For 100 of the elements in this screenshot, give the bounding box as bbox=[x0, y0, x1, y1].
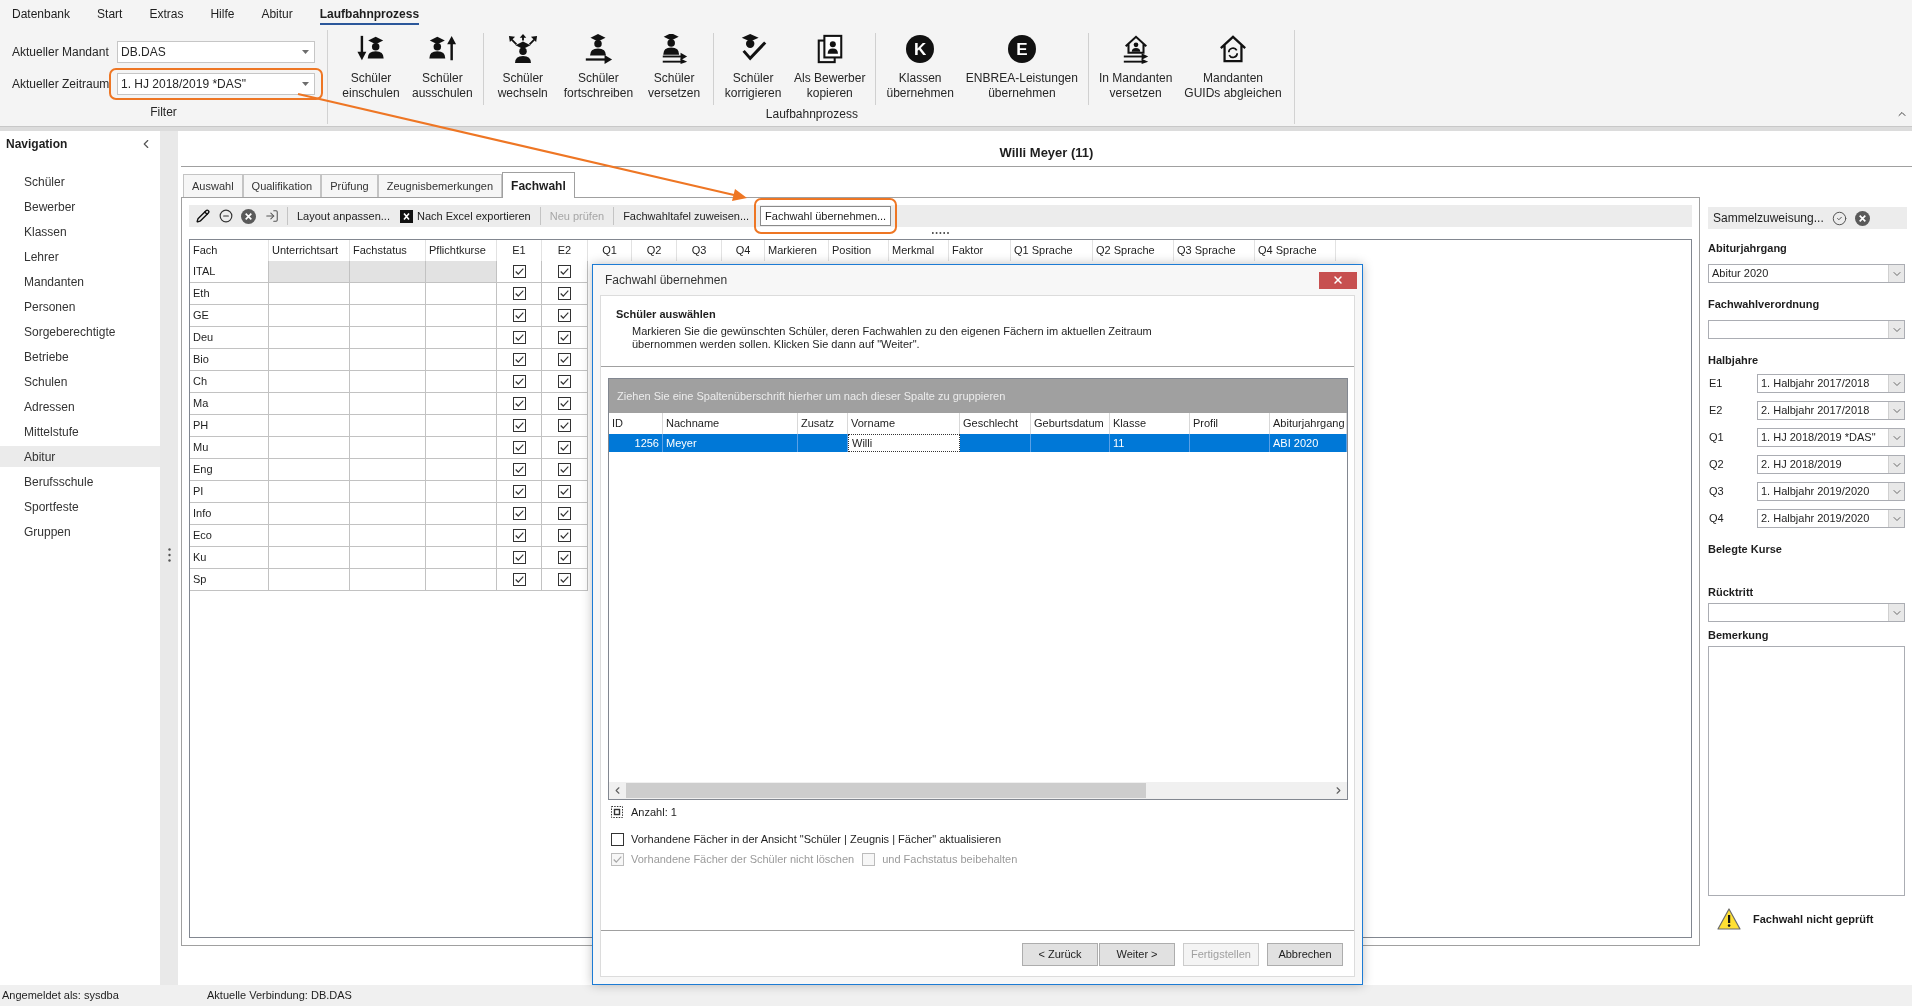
sign-in-icon[interactable] bbox=[264, 209, 279, 223]
column-header[interactable]: E2 bbox=[542, 240, 588, 261]
dialog-button[interactable]: Abbrechen bbox=[1267, 943, 1343, 966]
checkbox[interactable] bbox=[512, 441, 526, 454]
close-circle-icon[interactable] bbox=[241, 208, 256, 224]
ribbon-button[interactable]: Mandanten GUIDs abgleichen bbox=[1178, 33, 1288, 101]
dialog-button[interactable]: < Zurück bbox=[1022, 943, 1098, 966]
nav-item[interactable]: Gruppen bbox=[0, 521, 160, 542]
menu-tab[interactable]: Laufbahnprozess bbox=[319, 0, 420, 25]
column-header[interactable]: Markieren bbox=[765, 240, 829, 261]
column-header[interactable]: Q1 Sprache bbox=[1011, 240, 1093, 261]
checkbox[interactable] bbox=[512, 463, 526, 476]
table-row[interactable]: 1256 Meyer Willi 11 ABI 2020 bbox=[609, 434, 1347, 452]
ribbon-button[interactable]: Schüler versetzen bbox=[639, 33, 710, 101]
checkbox[interactable] bbox=[611, 832, 624, 846]
combobox[interactable]: 1. Halbjahr 2017/2018 bbox=[1757, 374, 1905, 393]
column-header[interactable]: Q3 bbox=[677, 240, 722, 261]
checkbox[interactable] bbox=[512, 287, 526, 300]
checkbox[interactable] bbox=[512, 331, 526, 344]
column-header[interactable]: Q1 bbox=[588, 240, 632, 261]
column-header[interactable]: E1 bbox=[497, 240, 542, 261]
checkbox[interactable] bbox=[558, 419, 571, 432]
checkbox[interactable] bbox=[558, 353, 571, 366]
dotted-square-icon[interactable] bbox=[611, 806, 623, 818]
checkbox[interactable] bbox=[558, 397, 571, 410]
checkbox[interactable] bbox=[512, 573, 526, 586]
tab[interactable]: Fachwahl bbox=[502, 172, 575, 198]
column-header[interactable]: Q3 Sprache bbox=[1174, 240, 1255, 261]
checkbox[interactable] bbox=[558, 287, 571, 300]
check-circle-icon[interactable] bbox=[1831, 210, 1847, 226]
checkbox[interactable] bbox=[558, 309, 571, 322]
checkbox[interactable] bbox=[512, 419, 526, 432]
ribbon-button[interactable]: E ENBREA-Leistungen übernehmen bbox=[959, 33, 1084, 101]
toolbar-button[interactable]: Layout anpassen... bbox=[292, 206, 395, 226]
toolbar-button[interactable]: Fachwahltafel zuweisen... bbox=[618, 206, 755, 226]
ribbon-button[interactable]: Schüler ausschulen bbox=[406, 33, 479, 101]
checkbox[interactable] bbox=[558, 551, 571, 564]
ribbon-button[interactable]: K Klassen übernehmen bbox=[880, 33, 960, 101]
column-header[interactable]: Q4 bbox=[722, 240, 765, 261]
toolbar-button[interactable]: Nach Excel exportieren bbox=[394, 206, 536, 226]
checkbox[interactable] bbox=[512, 265, 526, 278]
combobox[interactable]: 2. HJ 2018/2019 bbox=[1757, 455, 1905, 474]
nav-item[interactable]: Berufsschule bbox=[0, 471, 160, 492]
tab[interactable]: Qualifikation bbox=[242, 174, 322, 197]
tab[interactable]: Prüfung bbox=[321, 174, 378, 197]
ribbon-button[interactable]: Als Bewerber kopieren bbox=[788, 33, 872, 101]
checkbox[interactable] bbox=[558, 375, 571, 388]
checkbox[interactable] bbox=[558, 441, 571, 454]
combobox[interactable]: 1. Halbjahr 2019/2020 bbox=[1757, 482, 1905, 501]
checkbox[interactable] bbox=[558, 463, 571, 476]
checkbox[interactable] bbox=[558, 529, 571, 542]
checkbox[interactable] bbox=[512, 375, 526, 388]
combobox[interactable]: 2. Halbjahr 2019/2020 bbox=[1757, 509, 1905, 528]
combobox[interactable]: DB.DAS bbox=[117, 41, 315, 63]
tab[interactable]: Zeugnisbemerkungen bbox=[377, 174, 503, 197]
column-header[interactable]: Q2 Sprache bbox=[1093, 240, 1174, 261]
menu-tab[interactable]: Hilfe bbox=[210, 0, 235, 25]
checkbox[interactable] bbox=[512, 485, 526, 498]
checkbox[interactable] bbox=[558, 507, 571, 520]
toolbar-button[interactable]: Fachwahl übernehmen... bbox=[760, 206, 892, 226]
nav-item[interactable]: Sportfeste bbox=[0, 496, 160, 517]
dialog-button[interactable]: Weiter > bbox=[1099, 943, 1175, 966]
checkbox[interactable] bbox=[512, 507, 526, 520]
menu-tab[interactable]: Start bbox=[97, 0, 123, 25]
minus-circle-icon[interactable] bbox=[218, 209, 233, 223]
checkbox[interactable] bbox=[512, 397, 526, 410]
checkbox[interactable] bbox=[558, 331, 571, 344]
nav-item[interactable]: Schulen bbox=[0, 371, 160, 392]
combobox[interactable]: 1. HJ 2018/2019 *DAS" bbox=[117, 73, 315, 95]
checkbox[interactable] bbox=[512, 309, 526, 322]
nav-item[interactable]: Klassen bbox=[0, 221, 160, 242]
menu-tab[interactable]: Datenbank bbox=[12, 0, 71, 25]
checkbox[interactable] bbox=[512, 529, 526, 542]
column-header[interactable]: Position bbox=[829, 240, 889, 261]
close-circle-icon[interactable] bbox=[1854, 210, 1870, 226]
ribbon-button[interactable]: In Mandanten versetzen bbox=[1092, 33, 1179, 101]
column-header[interactable]: Merkmal bbox=[889, 240, 949, 261]
tab[interactable]: Auswahl bbox=[183, 174, 243, 197]
horizontal-scrollbar[interactable] bbox=[609, 782, 1347, 799]
nav-item[interactable]: Sorgeberechtigte bbox=[0, 321, 160, 342]
combobox[interactable]: 1. HJ 2018/2019 *DAS" bbox=[1757, 428, 1905, 447]
nav-item[interactable]: Bewerber bbox=[0, 196, 160, 217]
ribbon-button[interactable]: Schüler fortschreiben bbox=[557, 33, 640, 101]
combobox[interactable]: Abitur 2020 bbox=[1708, 264, 1905, 283]
nav-item[interactable]: Schüler bbox=[0, 171, 160, 192]
nav-item[interactable]: Mittelstufe bbox=[0, 421, 160, 442]
nav-item[interactable]: Adressen bbox=[0, 396, 160, 417]
checkbox[interactable] bbox=[558, 485, 571, 498]
nav-item[interactable]: Lehrer bbox=[0, 246, 160, 267]
ribbon-button[interactable]: Schüler einschulen bbox=[336, 33, 406, 101]
checkbox[interactable] bbox=[558, 573, 571, 586]
nav-item[interactable]: Abitur bbox=[0, 446, 160, 467]
menu-tab[interactable]: Extras bbox=[149, 0, 184, 25]
nav-item[interactable]: Mandanten bbox=[0, 271, 160, 292]
pencil-icon[interactable] bbox=[196, 209, 210, 223]
menu-tab[interactable]: Abitur bbox=[261, 0, 293, 25]
checkbox[interactable] bbox=[512, 353, 526, 366]
ribbon-button[interactable]: Schüler wechseln bbox=[487, 33, 558, 101]
combobox[interactable]: 2. Halbjahr 2017/2018 bbox=[1757, 401, 1905, 420]
column-header[interactable]: Q2 bbox=[632, 240, 677, 261]
